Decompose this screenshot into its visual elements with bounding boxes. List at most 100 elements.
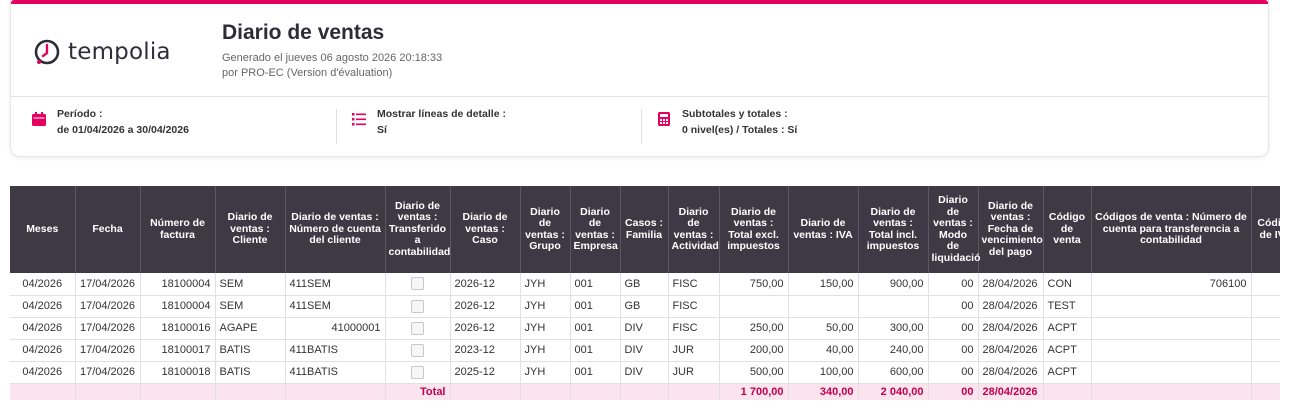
total-iva: 340,00 [788, 383, 859, 400]
table-cell: SEM [215, 273, 286, 296]
table-row[interactable]: 04/2026 17/04/2026 18100004 SEM 411SEM 2026-1… [10, 273, 1280, 296]
table-cell: 17/04/2026 [75, 339, 141, 362]
table-cell: 2026-12 [450, 317, 521, 340]
transferred-checkbox-cell[interactable] [385, 317, 451, 340]
table-cell: 100,00 [788, 361, 859, 384]
table-cell: JYH [520, 361, 571, 384]
table-cell: 2025-12 [450, 361, 521, 384]
table-cell: 41000001 [285, 317, 386, 340]
total-fecha: 28/04/2026 [978, 383, 1044, 400]
column-header[interactable]: Diario de ventas : Caso [450, 186, 521, 273]
table-body: 04/2026 17/04/2026 18100004 SEM 411SEM 2026-1… [10, 273, 1280, 400]
total-cell [75, 383, 141, 400]
total-cell [1091, 383, 1252, 400]
table-cell: 411SEM [285, 273, 386, 296]
transferred-checkbox-cell[interactable] [385, 339, 451, 362]
table-cell: 706100 [1091, 273, 1252, 296]
table-row[interactable]: 04/2026 17/04/2026 18100004 SEM 411SEM 2026-1… [10, 295, 1280, 318]
total-cell [520, 383, 571, 400]
transferred-checkbox-cell[interactable] [385, 273, 451, 296]
table-cell: 18100004 [140, 273, 216, 296]
table-cell: 40,00 [788, 339, 859, 362]
transferred-checkbox[interactable] [411, 321, 424, 335]
column-header[interactable]: Diario de ventas : Total excl. impuestos [719, 186, 789, 273]
table-cell: GB [620, 273, 669, 296]
transferred-checkbox-cell[interactable] [385, 361, 451, 384]
column-header[interactable]: Diario de ventas : Fecha de vencimiento … [978, 186, 1044, 273]
table-cell: 2026-12 [450, 273, 521, 296]
column-header[interactable]: Diario de ventas : Número de cuenta del … [285, 186, 386, 273]
column-header[interactable]: Diario de ventas : IVA [788, 186, 859, 273]
table-cell: 00 [928, 273, 979, 296]
sales-journal-table-wrapper[interactable]: Meses Fecha Número de factura Diario de ven… [10, 186, 1280, 400]
table-cell: 200,00 [719, 339, 789, 362]
table-cell: JYH [520, 273, 571, 296]
table-cell: 28/04/2026 [978, 339, 1044, 362]
table-cell: FISC [668, 273, 720, 296]
table-cell: TEST [1043, 295, 1092, 318]
table-cell [1091, 361, 1252, 384]
transferred-checkbox[interactable] [411, 277, 424, 291]
option-subtotals: Subtotales y totales : 0 nivel(es) / Tot… [656, 108, 797, 148]
column-header[interactable]: Diario de ventas : Empresa [570, 186, 621, 273]
table-cell: 50,00 [788, 317, 859, 340]
column-header[interactable]: Número de factura [140, 186, 216, 273]
table-cell [719, 295, 789, 318]
column-header[interactable]: Meses [10, 186, 76, 273]
column-header[interactable]: Diario de ventas : Grupo [520, 186, 571, 273]
total-cell [668, 383, 720, 400]
total-cell [215, 383, 286, 400]
table-row[interactable]: 04/2026 17/04/2026 18100016 AGAPE 41000001 20… [10, 317, 1280, 340]
table-row[interactable]: 04/2026 17/04/2026 18100017 BATIS 411BATIS 20… [10, 339, 1280, 362]
total-label: Total [385, 383, 451, 400]
table-cell: JYH [520, 317, 571, 340]
total-cell [1043, 383, 1092, 400]
table-cell [1091, 317, 1252, 340]
table-cell: 900,00 [858, 273, 929, 296]
column-header[interactable]: Diario de ventas : Actividad [668, 186, 720, 273]
table-cell: 001 [570, 295, 621, 318]
table-cell: 2 [1251, 361, 1280, 384]
column-header[interactable]: Diario de ventas : Total incl. impuestos [858, 186, 929, 273]
generated-date: Generado el jueves 06 agosto 2026 20:18:… [222, 52, 443, 64]
table-cell: 2026-12 [450, 295, 521, 318]
transferred-checkbox-cell[interactable] [385, 295, 451, 318]
table-cell: 500,00 [719, 361, 789, 384]
column-header[interactable]: Código de IVA [1251, 186, 1280, 273]
table-cell: 28/04/2026 [978, 273, 1044, 296]
table-row[interactable]: 04/2026 17/04/2026 18100018 BATIS 411BATIS 20… [10, 361, 1280, 384]
table-cell: 001 [570, 317, 621, 340]
transferred-checkbox[interactable] [411, 299, 424, 313]
column-header[interactable]: Fecha [75, 186, 141, 273]
transferred-checkbox[interactable] [411, 343, 424, 357]
table-cell: 28/04/2026 [978, 317, 1044, 340]
table-cell: JUR [668, 339, 720, 362]
table-cell: SEM [215, 295, 286, 318]
table-cell: 04/2026 [10, 273, 76, 296]
period-value: de 01/04/2026 a 30/04/2026 [57, 124, 189, 136]
subtotals-value: 0 nivel(es) / Totales : Sí [682, 124, 798, 136]
table-cell: 04/2026 [10, 361, 76, 384]
page-title: Diario de ventas [222, 21, 385, 44]
table-cell [788, 295, 859, 318]
table-cell: GB [620, 295, 669, 318]
detail-label: Mostrar líneas de detalle : [377, 108, 506, 120]
column-header[interactable]: Códigos de venta : Número de cuenta para… [1091, 186, 1252, 273]
total-codigo_iva: 2 [1251, 383, 1280, 400]
column-header[interactable]: Código de venta [1043, 186, 1092, 273]
table-cell: 18100018 [140, 361, 216, 384]
table-cell: 2 [1251, 295, 1280, 318]
divider [336, 109, 337, 144]
column-header[interactable]: Diario de ventas : Transferido a contabi… [385, 186, 451, 273]
calculator-icon [658, 112, 670, 126]
column-header[interactable]: Casos : Familia [620, 186, 669, 273]
column-header[interactable]: Diario de ventas : Cliente [215, 186, 286, 273]
report-header: tempolia Diario de ventas Generado el ju… [11, 4, 1268, 97]
column-header[interactable]: Diario de ventas : Modo de liquidació [928, 186, 981, 273]
table-cell: 00 [928, 339, 979, 362]
table-cell: 411SEM [285, 295, 386, 318]
generated-by: por PRO-EC (Version d'évaluation) [222, 67, 393, 79]
table-cell [858, 295, 929, 318]
transferred-checkbox[interactable] [411, 365, 424, 379]
table-header-row: Meses Fecha Número de factura Diario de ven… [10, 186, 1280, 273]
